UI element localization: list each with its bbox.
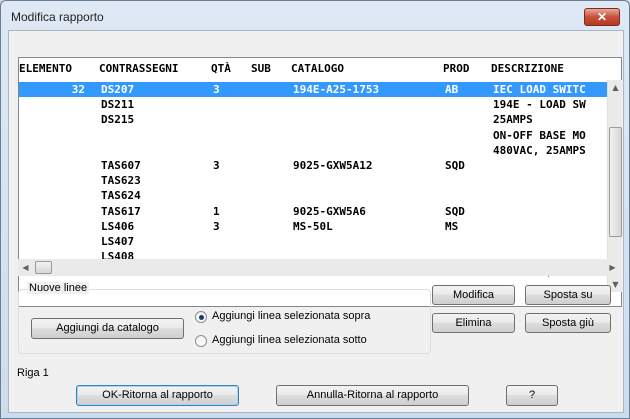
group-label: Nuove linee bbox=[27, 282, 90, 294]
close-button[interactable]: ✕ bbox=[584, 8, 620, 26]
cell-contrassegni: TAS623 bbox=[101, 174, 141, 188]
horizontal-scrollbar[interactable]: ◀ ▶ bbox=[18, 259, 620, 276]
cell-catalogo: 9025-GXW5A12 bbox=[293, 158, 373, 172]
title-bar[interactable]: Modifica rapporto ✕ bbox=[1, 1, 629, 31]
cancel-button[interactable]: Annulla-Ritorna al rapporto bbox=[276, 385, 469, 406]
close-icon: ✕ bbox=[596, 10, 608, 24]
status-row-indicator: Riga 1 bbox=[17, 367, 49, 379]
column-header-contrassegni[interactable]: CONTRASSEGNI bbox=[99, 62, 178, 75]
new-lines-group: Nuove linee Aggiungi da catalogo Aggiung… bbox=[18, 282, 431, 354]
column-header-elemento[interactable]: ELEMENTO bbox=[19, 62, 72, 75]
window-title: Modifica rapporto bbox=[11, 10, 104, 24]
radio-add-below-label[interactable]: Aggiungi linea selezionata sotto bbox=[212, 334, 367, 346]
cell-descrizione: IEC LOAD SWITC bbox=[493, 83, 586, 96]
scroll-right-icon[interactable]: ▶ bbox=[605, 259, 620, 276]
cell-descrizione: ON-OFF BASE MO bbox=[493, 128, 586, 142]
cell-prod: SQD bbox=[445, 204, 465, 218]
table-row[interactable]: 32 DS207 3 194E-A25-1753 AB IEC LOAD SWITC bbox=[19, 82, 607, 98]
cell-prod: MS bbox=[445, 219, 459, 233]
radio-add-above[interactable]: Aggiungi linea selezionata sopra bbox=[195, 310, 395, 324]
radio-checked-icon[interactable] bbox=[195, 311, 207, 323]
radio-add-above-label[interactable]: Aggiungi linea selezionata sopra bbox=[212, 310, 370, 322]
table-row[interactable]: TAS617 1 9025-GXW5A6 SQD bbox=[19, 204, 607, 219]
help-button[interactable]: ? bbox=[506, 385, 558, 406]
cell-contrassegni: DS215 bbox=[101, 113, 135, 127]
cell-prod: SQD bbox=[445, 158, 465, 172]
dialog-window: Modifica rapporto ✕ ELEMENTO CONTRASSEGN… bbox=[0, 0, 630, 419]
table-row[interactable]: TAS624 bbox=[19, 188, 607, 203]
elimina-button[interactable]: Elimina bbox=[432, 313, 515, 333]
cell-elemento: 32 bbox=[71, 83, 85, 96]
cell-descrizione: 480VAC, 25AMPS bbox=[493, 143, 586, 157]
table-header: ELEMENTO CONTRASSEGNI QTÀ SUB CATALOGO P… bbox=[19, 58, 630, 80]
radio-unchecked-icon[interactable] bbox=[195, 335, 207, 347]
cell-descrizione: 25AMPS bbox=[493, 113, 533, 127]
horizontal-scroll-thumb[interactable] bbox=[35, 261, 52, 274]
cell-contrassegni: TAS607 bbox=[101, 158, 141, 172]
sposta-giu-button[interactable]: Sposta giù bbox=[525, 313, 611, 333]
cell-qta: 3 bbox=[213, 219, 220, 233]
table-row[interactable]: 480VAC, 25AMPS bbox=[19, 143, 607, 158]
ok-button[interactable]: OK-Ritorna al rapporto bbox=[76, 385, 239, 406]
column-header-catalogo[interactable]: CATALOGO bbox=[291, 62, 344, 75]
cell-contrassegni: LS406 bbox=[101, 219, 135, 233]
cell-prod: AB bbox=[445, 83, 459, 96]
scroll-left-icon[interactable]: ◀ bbox=[18, 259, 33, 276]
table-row[interactable]: DS215 25AMPS bbox=[19, 112, 607, 127]
sposta-su-button[interactable]: Sposta su bbox=[525, 285, 611, 305]
cell-contrassegni: LS407 bbox=[101, 234, 135, 248]
column-header-sub[interactable]: SUB bbox=[251, 62, 271, 75]
column-header-prod[interactable]: PROD bbox=[443, 62, 470, 75]
modifica-button[interactable]: Modifica bbox=[432, 285, 515, 305]
column-header-qta[interactable]: QTÀ bbox=[211, 62, 231, 75]
cell-contrassegni: TAS624 bbox=[101, 189, 141, 203]
column-header-descrizione[interactable]: DESCRIZIONE bbox=[491, 62, 564, 75]
cell-qta: 3 bbox=[213, 158, 220, 172]
cell-qta: 1 bbox=[213, 204, 220, 218]
table-row[interactable]: DS211 194E - LOAD SW bbox=[19, 97, 607, 112]
cell-contrassegni: TAS617 bbox=[101, 204, 141, 218]
dialog-client: ELEMENTO CONTRASSEGNI QTÀ SUB CATALOGO P… bbox=[8, 30, 624, 413]
table-row[interactable]: TAS607 3 9025-GXW5A12 SQD bbox=[19, 158, 607, 173]
cell-contrassegni: DS207 bbox=[101, 83, 135, 96]
vertical-scroll-thumb[interactable] bbox=[609, 127, 622, 237]
cell-catalogo: 194E-A25-1753 bbox=[293, 83, 380, 96]
cell-qta: 3 bbox=[213, 83, 220, 96]
scroll-up-icon[interactable]: ▲ bbox=[608, 80, 623, 95]
cell-contrassegni: DS211 bbox=[101, 98, 135, 112]
cell-catalogo: MS-50L bbox=[293, 219, 333, 233]
table-row[interactable]: TAS623 bbox=[19, 173, 607, 188]
table-row[interactable]: LS407 bbox=[19, 234, 607, 249]
table-row[interactable]: ON-OFF BASE MO bbox=[19, 128, 607, 143]
table-row[interactable]: LS406 3 MS-50L MS bbox=[19, 219, 607, 234]
add-from-catalog-button[interactable]: Aggiungi da catalogo bbox=[31, 318, 184, 339]
cell-descrizione: 194E - LOAD SW bbox=[493, 98, 586, 112]
cell-catalogo: 9025-GXW5A6 bbox=[293, 204, 366, 218]
radio-add-below[interactable]: Aggiungi linea selezionata sotto bbox=[195, 334, 395, 348]
